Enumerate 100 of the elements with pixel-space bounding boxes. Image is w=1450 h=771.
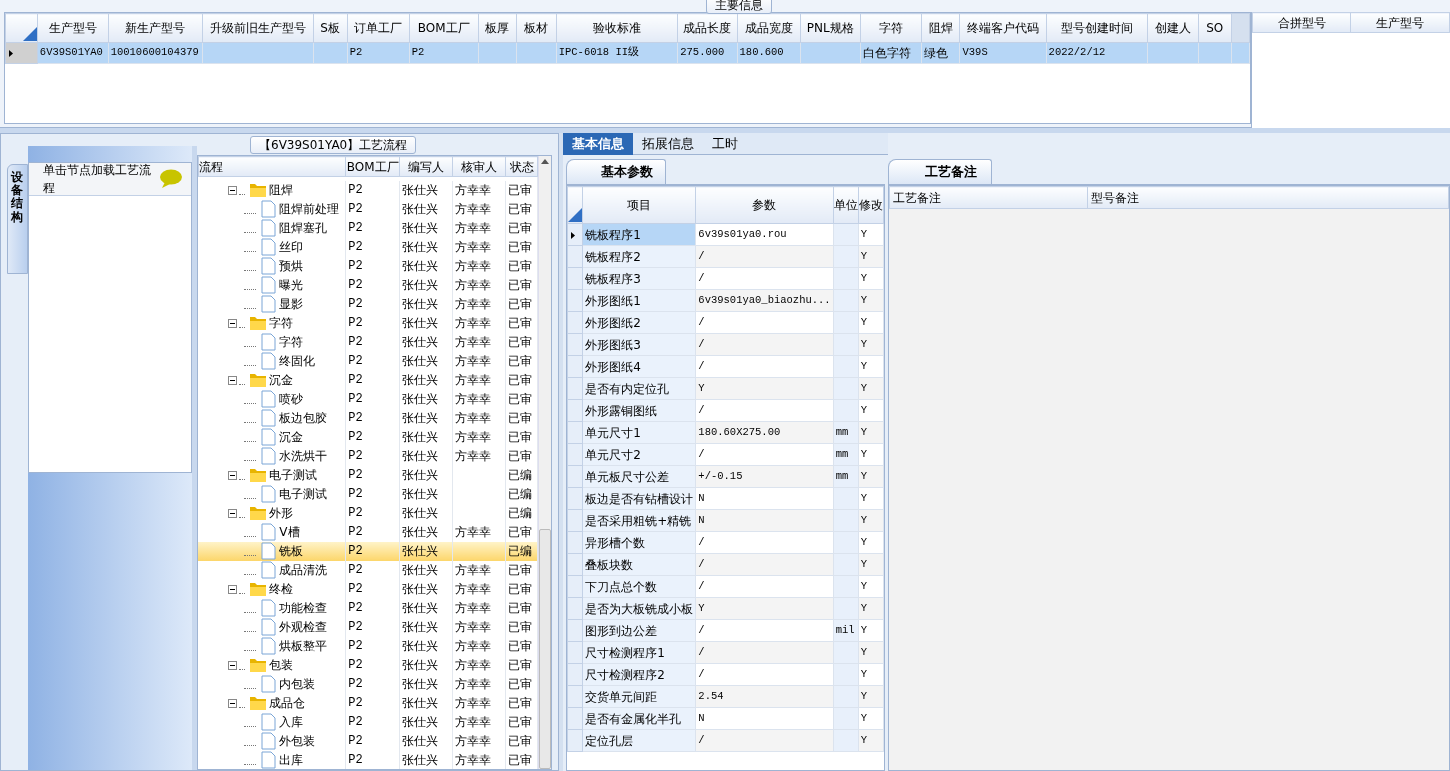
tree-row[interactable]: 电子测试 P2 张仕兴 已编 <box>198 484 538 504</box>
table-row[interactable]: 单元尺寸2 / mm Y <box>567 443 884 466</box>
table-cell: 已审 <box>505 522 538 542</box>
tab[interactable]: 工时 <box>703 133 748 155</box>
column-header[interactable]: 状态 <box>505 156 538 177</box>
tree-row[interactable]: 曝光 P2 张仕兴 方幸幸 已审 <box>198 275 538 295</box>
column-header[interactable]: 新生产型号 <box>108 13 203 43</box>
side-tab[interactable]: 设备结构 <box>7 164 28 274</box>
table-row[interactable]: 铣板程序1 6v39s01ya0.rou Y <box>567 223 884 246</box>
column-header[interactable]: 字符 <box>860 13 922 43</box>
column-header[interactable]: 成品宽度 <box>737 13 801 43</box>
tree-label: 预烘 <box>279 258 304 275</box>
tree-row[interactable]: 预烘 P2 张仕兴 方幸幸 已审 <box>198 256 538 276</box>
column-header[interactable]: BOM工厂 <box>409 13 479 43</box>
tree-row[interactable]: 电子测试 P2 张仕兴 已编 <box>198 465 538 485</box>
column-header[interactable]: 型号备注 <box>1087 186 1449 209</box>
tree-row[interactable]: 阻焊前处理 P2 张仕兴 方幸幸 已审 <box>198 199 538 219</box>
column-header[interactable]: 验收标准 <box>556 13 678 43</box>
tree-row[interactable]: 功能检查 P2 张仕兴 方幸幸 已审 <box>198 598 538 618</box>
tree-row[interactable]: 阻焊塞孔 P2 张仕兴 方幸幸 已审 <box>198 218 538 238</box>
table-row[interactable]: 是否采用粗铣+精铣 N Y <box>567 509 884 532</box>
table-row[interactable]: 是否为大板铣成小板 Y Y <box>567 597 884 620</box>
table-cell: P2 <box>345 446 400 466</box>
table-row[interactable]: 尺寸检测程序2 / Y <box>567 663 884 686</box>
table-row[interactable]: 外形图纸2 / Y <box>567 311 884 334</box>
tree-row[interactable]: 铣板 P2 张仕兴 已编 <box>198 541 538 561</box>
tree-row[interactable]: 沉金 P2 张仕兴 方幸幸 已审 <box>198 427 538 447</box>
tree-row[interactable]: 包装 P2 张仕兴 方幸幸 已审 <box>198 655 538 675</box>
scroll-thumb[interactable] <box>539 529 552 769</box>
column-header[interactable]: 流程 <box>198 156 346 177</box>
column-header[interactable]: PNL规格 <box>800 13 861 43</box>
table-cell: P2 <box>345 256 400 276</box>
column-header[interactable]: 升级前旧生产型号 <box>202 13 314 43</box>
table-row[interactable]: 图形到边公差 / mil Y <box>567 619 884 642</box>
table-row[interactable]: 单元板尺寸公差 +/-0.15 mm Y <box>567 465 884 488</box>
tree-row[interactable]: 终固化 P2 张仕兴 方幸幸 已审 <box>198 351 538 371</box>
column-header[interactable]: 终端客户代码 <box>960 13 1047 43</box>
table-row[interactable]: 外形图纸3 / Y <box>567 333 884 356</box>
table-row[interactable]: 交货单元间距 2.54 Y <box>567 685 884 708</box>
tab[interactable]: 基本信息 <box>563 133 634 155</box>
column-header[interactable]: 单位 <box>833 186 859 224</box>
column-header[interactable]: 型号创建时间 <box>1046 13 1148 43</box>
tab[interactable]: 拓展信息 <box>633 133 704 155</box>
table-row[interactable]: 铣板程序2 / Y <box>567 245 884 268</box>
table-row[interactable]: 板边是否有钻槽设计 N Y <box>567 487 884 510</box>
tree-row[interactable]: 出库 P2 张仕兴 方幸幸 已审 <box>198 750 538 769</box>
column-header[interactable]: 核审人 <box>452 156 506 177</box>
scrollbar[interactable] <box>538 156 552 769</box>
column-header[interactable]: 阻焊 <box>921 13 960 43</box>
column-header[interactable]: 参数 <box>695 186 834 224</box>
column-header[interactable]: 生产型号 <box>1350 12 1450 33</box>
table-row[interactable]: 单元尺寸1 180.60X275.00 mm Y <box>567 421 884 444</box>
column-header[interactable]: 工艺备注 <box>889 186 1088 209</box>
column-header[interactable]: SO <box>1198 13 1232 43</box>
tree-row[interactable]: 内包装 P2 张仕兴 方幸幸 已审 <box>198 674 538 694</box>
tree-row[interactable]: 烘板整平 P2 张仕兴 方幸幸 已审 <box>198 636 538 656</box>
tree-row[interactable]: 外形 P2 张仕兴 已编 <box>198 503 538 523</box>
column-header[interactable]: 板材 <box>516 13 557 43</box>
tree-row[interactable]: V槽 P2 张仕兴 方幸幸 已审 <box>198 522 538 542</box>
tree-row[interactable]: 外观检查 P2 张仕兴 方幸幸 已审 <box>198 617 538 637</box>
tree-row[interactable]: 成品仓 P2 张仕兴 方幸幸 已审 <box>198 693 538 713</box>
tree-row[interactable]: 喷砂 P2 张仕兴 方幸幸 已审 <box>198 389 538 409</box>
tree-row[interactable]: 字符 P2 张仕兴 方幸幸 已审 <box>198 313 538 333</box>
table-row[interactable]: 6V39S01YA0 10010600104379 P2 P2 IPC-6018 II级 275.000 180.600 白色字符 绿色 V39S 2022/2/12 <box>5 42 1250 64</box>
hint-bar[interactable]: 单击节点加载工艺流程 <box>28 163 191 196</box>
table-row[interactable]: 下刀点总个数 / Y <box>567 575 884 598</box>
tab[interactable]: 基本参数 <box>566 159 667 184</box>
tree-row[interactable]: 沉金 P2 张仕兴 方幸幸 已审 <box>198 370 538 390</box>
tree-row[interactable]: 显影 P2 张仕兴 方幸幸 已审 <box>198 294 538 314</box>
table-row[interactable]: 外形露铜图纸 / Y <box>567 399 884 422</box>
table-row[interactable]: 是否有内定位孔 Y Y <box>567 377 884 400</box>
tree-row[interactable]: 水洗烘干 P2 张仕兴 方幸幸 已审 <box>198 446 538 466</box>
table-row[interactable]: 铣板程序3 / Y <box>567 267 884 290</box>
tree-row[interactable]: 字符 P2 张仕兴 方幸幸 已审 <box>198 332 538 352</box>
column-header[interactable]: 创建人 <box>1147 13 1199 43</box>
tree-row[interactable]: 入库 P2 张仕兴 方幸幸 已审 <box>198 712 538 732</box>
tree-row[interactable]: 外包装 P2 张仕兴 方幸幸 已审 <box>198 731 538 751</box>
tree-row[interactable]: 丝印 P2 张仕兴 方幸幸 已审 <box>198 237 538 257</box>
column-header[interactable]: 项目 <box>582 186 696 224</box>
column-header[interactable]: 成品长度 <box>677 13 738 43</box>
column-header[interactable]: 板厚 <box>478 13 517 43</box>
table-row[interactable]: 定位孔层 / Y <box>567 729 884 752</box>
column-header[interactable]: 生产型号 <box>37 13 109 43</box>
column-header[interactable]: 订单工厂 <box>347 13 410 43</box>
table-row[interactable]: 尺寸检测程序1 / Y <box>567 641 884 664</box>
column-header[interactable]: 合拼型号 <box>1252 12 1351 33</box>
tree-row[interactable]: 终检 P2 张仕兴 方幸幸 已审 <box>198 579 538 599</box>
table-row[interactable]: 是否有金属化半孔 N Y <box>567 707 884 730</box>
table-row[interactable]: 外形图纸4 / Y <box>567 355 884 378</box>
table-row[interactable]: 外形图纸1 6v39s01ya0_biaozhu... Y <box>567 289 884 312</box>
tab[interactable]: 工艺备注 <box>887 159 992 184</box>
table-row[interactable]: 叠板块数 / Y <box>567 553 884 576</box>
table-row[interactable]: 异形槽个数 / Y <box>567 531 884 554</box>
tree-row[interactable]: 成品清洗 P2 张仕兴 方幸幸 已审 <box>198 560 538 580</box>
column-header[interactable]: 编写人 <box>399 156 453 177</box>
column-header[interactable]: BOM工厂 <box>345 156 400 177</box>
tree-row[interactable]: 板边包胶 P2 张仕兴 方幸幸 已审 <box>198 408 538 428</box>
tree-row[interactable]: 阻焊 P2 张仕兴 方幸幸 已审 <box>198 180 538 200</box>
column-header[interactable]: S板 <box>313 13 348 43</box>
column-header[interactable]: 修改 <box>858 186 884 224</box>
